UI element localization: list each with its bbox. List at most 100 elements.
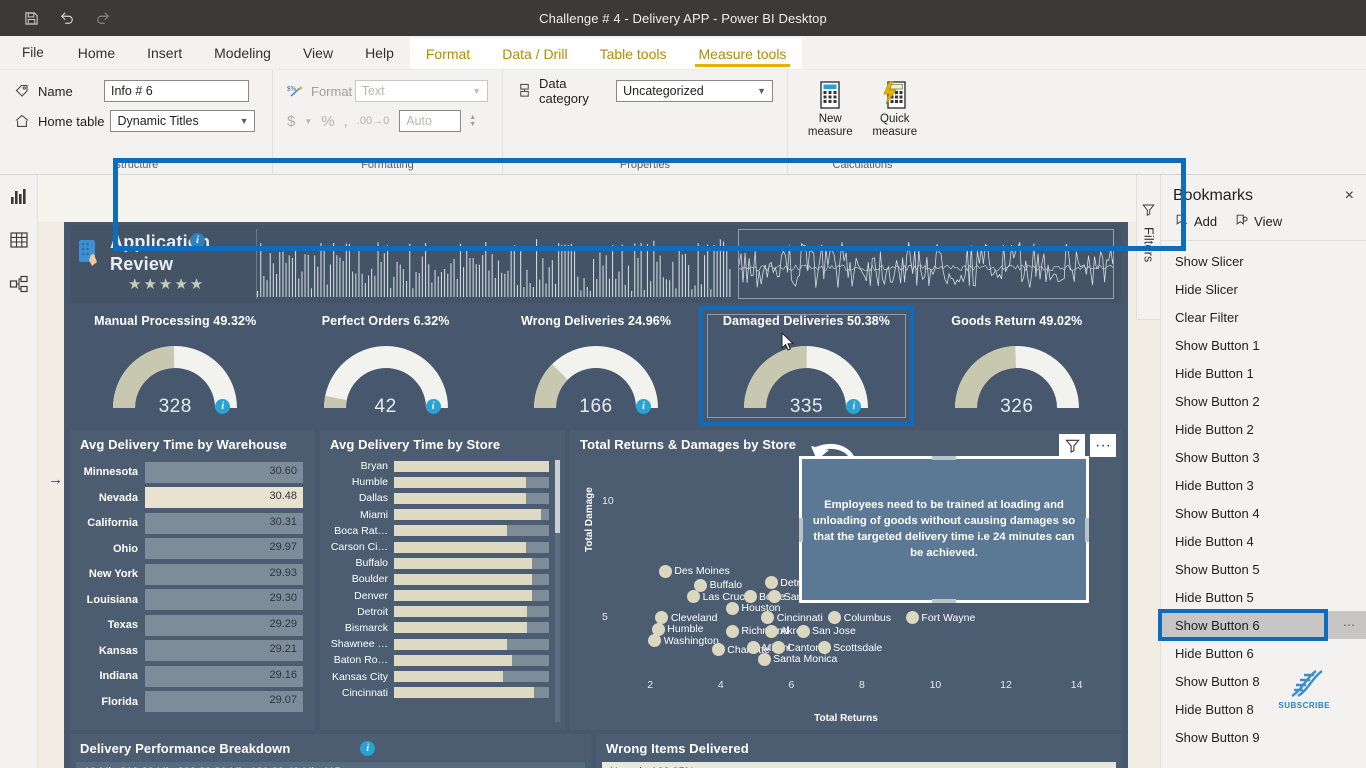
kpi-info-button[interactable]: i [425,399,441,414]
list-item[interactable]: Dallas [320,490,549,506]
list-item[interactable]: Bryan [320,458,549,474]
scatter-bubble[interactable] [817,641,831,655]
list-item[interactable]: Miami [320,507,549,523]
currency-button[interactable]: $ [287,113,295,130]
table-row[interactable]: Florida 29.07 [70,690,303,714]
add-bookmark-button[interactable]: Add [1175,213,1217,230]
resize-handle-top[interactable] [932,456,956,460]
data-view-icon[interactable] [6,227,32,253]
scatter-bubble[interactable] [687,590,701,604]
scatter-bubble[interactable] [796,624,810,638]
list-item[interactable]: Baton Ro… [320,652,549,668]
table-row[interactable]: Minnesota 30.60 [70,460,303,484]
tab-measure-tools[interactable]: Measure tools [682,38,803,69]
header-info-icon[interactable]: i [190,233,205,248]
list-item[interactable]: Detroit [320,604,549,620]
measure-name-input[interactable]: Info # 6 [104,80,249,102]
bookmark-item[interactable]: Show Button 3 [1161,443,1366,471]
scatter-bubble[interactable] [828,611,842,624]
scatter-bubble[interactable] [743,590,757,604]
list-item[interactable]: Carson Ci… [320,539,549,555]
bookmark-item[interactable]: Hide Button 5 [1161,583,1366,611]
list-item[interactable]: Boulder [320,571,549,587]
scatter-bubble[interactable] [658,564,672,578]
kpi-card-manual-processing[interactable]: Manual Processing 49.32% 328 i [70,308,280,424]
table-row[interactable]: Kansas 29.21 [70,639,303,663]
format-dropdown[interactable]: Text ▼ [354,80,488,102]
table-row[interactable]: Louisiana 29.30 [70,588,303,612]
tab-view[interactable]: View [287,36,349,69]
more-options-icon[interactable]: ··· [1090,434,1116,457]
table-row[interactable]: New York 29.93 [70,562,303,586]
scatter-bubble[interactable] [905,611,919,624]
bookmark-item[interactable]: Hide Slicer [1161,275,1366,303]
resize-handle-bottom[interactable] [932,599,956,603]
scatter-bubble[interactable] [764,624,778,638]
scatter-bubble[interactable] [648,634,662,648]
view-bookmarks-button[interactable]: View [1235,213,1282,230]
kpi-card-wrong-deliveries[interactable]: Wrong Deliveries 24.96% 166 i [491,308,701,424]
scatter-bubble[interactable] [764,576,778,590]
tab-help[interactable]: Help [349,36,410,69]
more-options-icon[interactable]: ⋯ [1343,618,1356,632]
scatter-bubble[interactable] [757,652,771,666]
scatter-bubble[interactable] [725,624,739,638]
filters-pane-collapsed[interactable]: Filters [1136,175,1160,320]
bookmark-item[interactable]: Show Button 1 [1161,331,1366,359]
redo-icon[interactable] [92,7,114,29]
table-row[interactable]: Indiana 29.16 [70,664,303,688]
tab-file[interactable]: File [0,36,62,69]
list-item[interactable]: Humble [320,474,549,490]
list-item[interactable]: Denver [320,588,549,604]
info-icon[interactable]: i [360,741,376,756]
home-table-dropdown[interactable]: Dynamic Titles ▼ [110,110,256,132]
list-item[interactable]: Boca Rat… [320,523,549,539]
bookmark-item[interactable]: Clear Filter [1161,303,1366,331]
report-view-icon[interactable] [6,183,32,209]
bookmark-item[interactable]: Hide Button 4 [1161,527,1366,555]
decimal-places-button[interactable]: .00→0 [357,115,389,127]
panel-avg-delivery-by-store[interactable]: Avg Delivery Time by Store Bryan Humble Da… [320,430,565,730]
resize-handle-right[interactable] [1085,517,1089,542]
bookmark-item[interactable]: Show Button 9 [1161,723,1366,751]
tab-modeling[interactable]: Modeling [198,36,287,69]
model-view-icon[interactable] [6,271,32,297]
panel-wrong-items-delivered[interactable]: Wrong Items Delivered Nevada 166 25% [596,734,1122,768]
scatter-bubble[interactable] [761,611,775,624]
bookmark-item[interactable]: Hide Button 8 [1161,695,1366,723]
close-icon[interactable]: × [1345,187,1354,205]
list-item[interactable]: Kansas City [320,668,549,684]
kpi-card-perfect-orders[interactable]: Perfect Orders 6.32% 42 i [280,308,490,424]
resize-handle-left[interactable] [799,517,803,542]
bookmark-item[interactable]: Show Button 4 [1161,499,1366,527]
bookmark-item[interactable]: Show Button 6 ⋯ [1158,609,1366,641]
bookmark-item[interactable]: Hide Button 1 [1161,359,1366,387]
kpi-info-button[interactable]: i [215,399,231,414]
kpi-info-button[interactable]: i [636,399,652,414]
bookmark-item[interactable]: Show Button 2 [1161,387,1366,415]
tab-insert[interactable]: Insert [131,36,198,69]
kpi-card-damaged-deliveries[interactable]: Damaged Deliveries 50.38% 335 i [699,306,914,426]
bookmark-item[interactable]: Show Button 8 [1161,667,1366,695]
scrollbar-thumb[interactable] [555,460,560,534]
scatter-bubble[interactable] [711,643,725,657]
bookmark-item[interactable]: Hide Button 2 [1161,415,1366,443]
store-scrollbar[interactable] [555,460,560,722]
bookmark-item[interactable]: Show Button 5 [1161,555,1366,583]
panel-avg-delivery-by-warehouse[interactable]: Avg Delivery Time by Warehouse Minnesota… [48,430,315,730]
bookmark-item[interactable]: Hide Button 3 [1161,471,1366,499]
kpi-card-goods-return[interactable]: Goods Return 49.02% 326 [912,308,1122,424]
tab-format[interactable]: Format [409,38,487,69]
list-item[interactable]: Buffalo [320,555,549,571]
tab-table-tools[interactable]: Table tools [583,38,683,69]
chevron-down-icon[interactable]: ▼ [304,117,312,126]
tab-data-drill[interactable]: Data / Drill [486,38,584,69]
decimal-places-input[interactable]: Auto [399,110,462,132]
kpi-info-button[interactable]: i [846,399,862,414]
bookmark-item[interactable]: Show Slicer [1161,247,1366,275]
filter-icon[interactable] [1059,434,1085,457]
percent-button[interactable]: % [321,113,334,130]
undo-icon[interactable] [56,7,78,29]
thousands-separator-button[interactable]: , [344,113,348,130]
info-tooltip-box[interactable]: Employees need to be trained at loading … [799,456,1089,603]
